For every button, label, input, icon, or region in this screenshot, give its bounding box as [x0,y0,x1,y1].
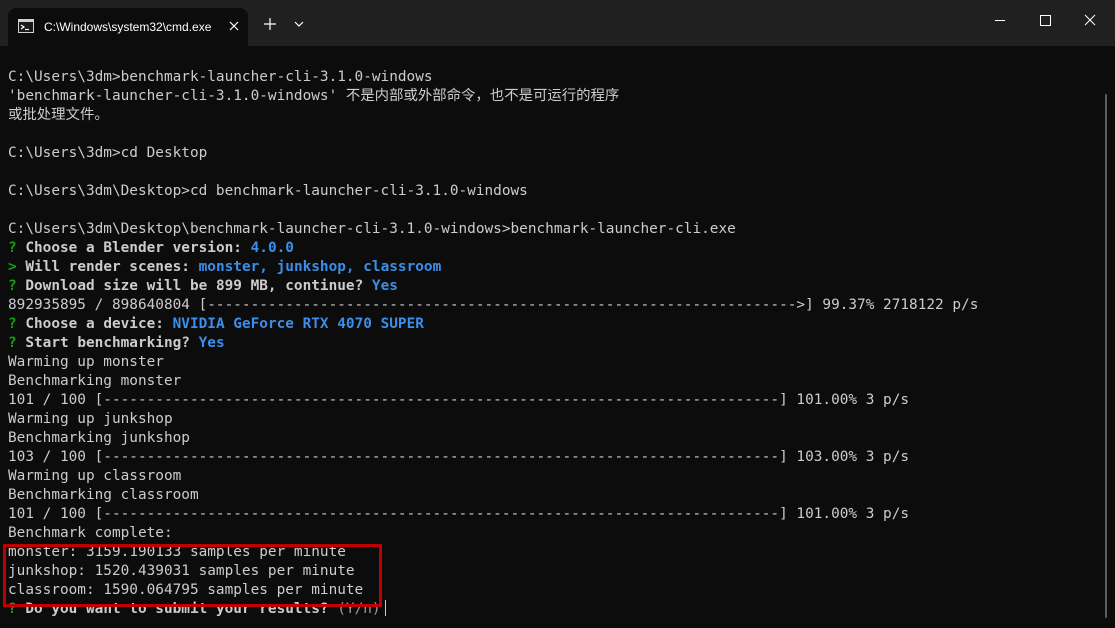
question-mark: > [8,259,17,275]
maximize-icon [1040,15,1051,26]
prompt-question: ? Start benchmarking? Yes [8,334,225,353]
question-mark: ? [8,240,17,256]
minimize-button[interactable] [977,0,1023,40]
question-mark: ? [8,335,17,351]
answer-text: 4.0.0 [250,240,294,256]
prompt-question: ? Choose a Blender version: 4.0.0 [8,239,294,258]
question-text: Download size will be 899 MB, continue? [25,278,364,294]
question-text: Choose a Blender version: [25,240,242,256]
plus-icon[interactable] [258,12,282,36]
text-cursor [384,600,386,616]
console-line: Benchmarking junkshop [8,430,190,446]
tab-title: C:\Windows\system32\cmd.exe [44,20,212,34]
console-line: C:\Users\3dm>cd Desktop [8,145,208,161]
answer-text: Yes [371,278,398,294]
answer-text: Yes [198,335,225,351]
console-line: 或批处理文件。 [8,107,109,123]
benchmark-progress: 103 / 100 [-----------------------------… [8,449,910,465]
close-window-button[interactable] [1067,0,1113,40]
prompt-question: ? Download size will be 899 MB, continue… [8,277,398,296]
terminal-window: C:\Windows\system32\cmd.exe C:\Users\3dm… [0,0,1115,628]
question-text: Will render scenes: [25,259,190,275]
question-mark: ? [8,316,17,332]
console-line: C:\Users\3dm\Desktop>cd benchmark-launch… [8,183,528,199]
question-text: Start benchmarking? [25,335,190,351]
chevron-down-icon[interactable] [289,12,309,36]
console-line: 'benchmark-launcher-cli-3.1.0-windows' 不… [8,88,620,104]
console-line: C:\Users\3dm\Desktop\benchmark-launcher-… [8,221,736,237]
console-line: Warming up monster [8,354,164,370]
title-bar[interactable]: C:\Windows\system32\cmd.exe [0,0,1115,46]
cmd-icon [18,19,34,33]
close-icon [1084,14,1096,26]
console-line: Warming up classroom [8,468,182,484]
benchmark-progress: 101 / 100 [-----------------------------… [8,392,910,408]
terminal-tab[interactable]: C:\Windows\system32\cmd.exe [8,8,248,46]
console-line: Benchmarking classroom [8,487,199,503]
console-line: Warming up junkshop [8,411,173,427]
benchmark-progress: 101 / 100 [-----------------------------… [8,506,910,522]
scrollbar[interactable] [1105,94,1107,618]
download-progress: 892935895 / 898640804 [-----------------… [8,297,979,313]
answer-text: NVIDIA GeForce RTX 4070 SUPER [172,316,424,332]
maximize-button[interactable] [1022,0,1068,40]
prompt-question: ? Choose a device: NVIDIA GeForce RTX 40… [8,315,424,334]
console-line: Benchmarking monster [8,373,182,389]
close-icon[interactable] [226,18,242,34]
question-mark: ? [8,278,17,294]
results-highlight-box [3,544,382,607]
minimize-icon [995,20,1005,21]
prompt-question: > Will render scenes: monster, junkshop,… [8,258,441,277]
answer-text: monster, junkshop, classroom [198,259,442,275]
console-line: Benchmark complete: [8,525,173,541]
console-line: C:\Users\3dm>benchmark-launcher-cli-3.1.… [8,69,433,85]
question-text: Choose a device: [25,316,164,332]
